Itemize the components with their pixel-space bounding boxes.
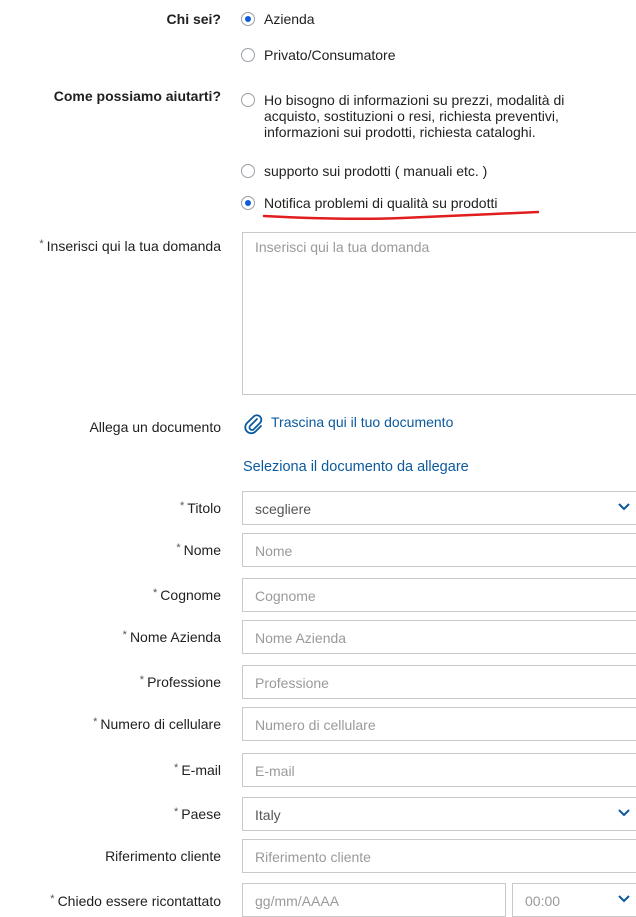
radio-qualita[interactable] bbox=[241, 196, 255, 210]
riferimento-placeholder: Riferimento cliente bbox=[255, 849, 371, 865]
cognome-input[interactable]: Cognome bbox=[242, 578, 636, 612]
required-mark: * bbox=[139, 674, 145, 686]
professione-label-text: Professione bbox=[147, 674, 221, 690]
riferimento-label: Riferimento cliente bbox=[105, 848, 221, 864]
professione-placeholder: Professione bbox=[255, 675, 329, 691]
ricontatto-label: * Chiedo essere ricontattato bbox=[50, 893, 221, 909]
cellulare-input[interactable]: Numero di cellulare bbox=[242, 707, 636, 741]
required-mark: * bbox=[122, 629, 127, 641]
titolo-value: scegliere bbox=[255, 501, 312, 517]
email-label-text: E-mail bbox=[181, 762, 221, 778]
required-mark: * bbox=[153, 587, 158, 599]
cognome-label: * Cognome bbox=[153, 587, 221, 603]
option-supporto-label: supporto sui prodotti ( manuali etc. ) bbox=[264, 163, 488, 179]
email-label: * E-mail bbox=[174, 762, 221, 778]
azienda-label-text: Nome Azienda bbox=[129, 629, 221, 645]
help-label: Come possiamo aiutarti? bbox=[53, 88, 221, 104]
question-label: * Inserisci qui la tua domanda bbox=[39, 238, 221, 254]
nome-label-text: Nome bbox=[183, 542, 221, 558]
radio-supporto[interactable] bbox=[241, 164, 255, 178]
nome-label: * Nome bbox=[176, 542, 221, 558]
required-mark: * bbox=[39, 238, 44, 250]
time-value: 00:00 bbox=[525, 893, 561, 909]
azienda-placeholder: Nome Azienda bbox=[255, 630, 347, 646]
required-mark: * bbox=[93, 716, 98, 728]
titolo-label: * Titolo bbox=[180, 500, 221, 516]
select-document-link[interactable]: Seleziona il documento da allegare bbox=[243, 459, 469, 475]
professione-input[interactable]: Professione bbox=[242, 665, 636, 699]
red-underline-annotation bbox=[262, 210, 540, 221]
radio-info[interactable] bbox=[241, 93, 255, 107]
radio-privato[interactable] bbox=[241, 48, 255, 62]
email-input[interactable]: E-mail bbox=[242, 753, 636, 787]
chevron-down-icon bbox=[618, 809, 630, 817]
option-privato-label: Privato/Consumatore bbox=[264, 47, 396, 63]
paese-select[interactable]: Italy bbox=[242, 797, 636, 831]
attach-label: Allega un documento bbox=[89, 419, 221, 435]
titolo-select[interactable]: scegliere bbox=[242, 491, 636, 525]
chevron-down-icon bbox=[618, 895, 630, 903]
titolo-label-text: Titolo bbox=[187, 500, 221, 516]
riferimento-input[interactable]: Riferimento cliente bbox=[242, 839, 636, 873]
required-mark: * bbox=[174, 806, 179, 818]
required-mark: * bbox=[174, 762, 179, 774]
ricontatto-date-input[interactable]: gg/mm/AAAA bbox=[242, 883, 506, 917]
required-mark: * bbox=[176, 542, 181, 554]
azienda-label: * Nome Azienda bbox=[123, 629, 221, 645]
cellulare-label-text: Numero di cellulare bbox=[100, 716, 221, 732]
cognome-label-text: Cognome bbox=[160, 587, 221, 603]
email-placeholder: E-mail bbox=[255, 763, 295, 779]
radio-azienda[interactable] bbox=[241, 12, 255, 26]
question-label-text: Inserisci qui la tua domanda bbox=[46, 238, 221, 254]
paperclip-icon[interactable] bbox=[242, 413, 264, 435]
cellulare-placeholder: Numero di cellulare bbox=[255, 717, 376, 733]
professione-label: * Professione bbox=[140, 674, 221, 690]
drop-zone-link[interactable]: Trascina qui il tuo documento bbox=[271, 414, 453, 430]
paese-label: * Paese bbox=[174, 806, 221, 822]
paese-value: Italy bbox=[255, 807, 281, 823]
ricontatto-label-text: Chiedo essere ricontattato bbox=[57, 893, 221, 909]
paese-label-text: Paese bbox=[181, 806, 221, 822]
azienda-input[interactable]: Nome Azienda bbox=[242, 620, 636, 654]
option-azienda-label: Azienda bbox=[264, 11, 315, 27]
cellulare-label: * Numero di cellulare bbox=[93, 716, 221, 732]
ricontatto-time-select[interactable]: 00:00 bbox=[512, 883, 636, 917]
question-placeholder: Inserisci qui la tua domanda bbox=[255, 239, 430, 255]
cognome-placeholder: Cognome bbox=[255, 588, 316, 604]
date-placeholder: gg/mm/AAAA bbox=[255, 893, 340, 909]
nome-placeholder: Nome bbox=[255, 543, 293, 559]
nome-input[interactable]: Nome bbox=[242, 533, 636, 567]
required-mark: * bbox=[50, 893, 55, 905]
who-label: Chi sei? bbox=[166, 11, 221, 27]
option-info-label: Ho bisogno di informazioni su prezzi, mo… bbox=[264, 92, 565, 140]
required-mark: * bbox=[180, 500, 185, 512]
question-textarea[interactable]: Inserisci qui la tua domanda bbox=[242, 232, 636, 395]
chevron-down-icon bbox=[618, 503, 630, 511]
